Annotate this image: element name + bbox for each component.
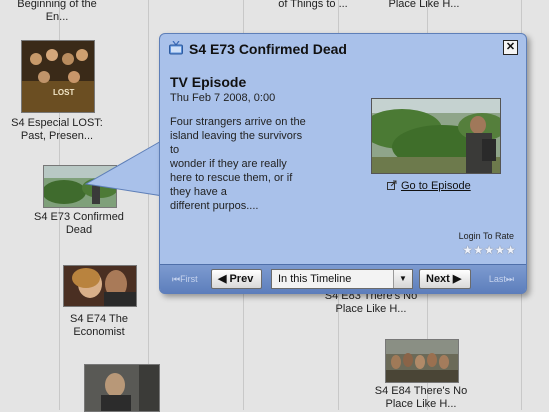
episode-scene-image <box>85 365 159 411</box>
first-icon: ⏮ <box>172 274 181 284</box>
next-arrow-icon: ▶ <box>452 273 462 285</box>
timeline-scope-select[interactable]: In this Timeline ▼ <box>271 269 413 289</box>
popup-title: S4 E73 Confirmed Dead <box>189 41 347 57</box>
next-label: Next <box>426 273 450 285</box>
episode-scene-image <box>64 266 136 306</box>
episode-scene-image <box>372 99 500 173</box>
last-button: Last⏭ <box>489 274 514 285</box>
poster-logo-text: LOST <box>53 88 74 97</box>
episode-thumbnail[interactable] <box>84 364 160 412</box>
prev-label: Prev <box>229 273 254 285</box>
chevron-down-icon[interactable]: ▼ <box>393 270 412 288</box>
item-date: Thu Feb 7 2008, 0:00 <box>170 92 276 104</box>
timeline-gridline <box>148 0 149 410</box>
timeline-item-label[interactable]: of Things to ... <box>268 0 358 11</box>
episode-label[interactable]: S4 E84 There's No Place Like H... <box>370 385 472 411</box>
last-icon: ⏭ <box>505 274 514 284</box>
episode-image[interactable] <box>371 98 501 174</box>
first-label: First <box>180 274 198 284</box>
episode-poster-image: LOST <box>22 41 94 112</box>
timeline-item-label[interactable]: Place Like H... <box>374 0 474 11</box>
popup-header: S4 E73 Confirmed Dead ✕ <box>160 34 526 62</box>
popup-nav-bar: ⏮First ◀ Prev In this Timeline ▼ Next ▶ La… <box>160 264 526 294</box>
episode-label[interactable]: S4 E73 Confirmed Dead <box>28 211 130 237</box>
episode-thumbnail[interactable] <box>63 265 137 307</box>
go-to-episode-label[interactable]: Go to Episode <box>401 180 471 192</box>
episode-popup: S4 E73 Confirmed Dead ✕ TV Episode Thu F… <box>159 33 527 294</box>
item-kind: TV Episode <box>170 74 247 90</box>
prev-button[interactable]: ◀ Prev <box>211 269 262 289</box>
tv-icon <box>169 41 183 55</box>
episode-thumbnail[interactable]: LOST <box>21 40 95 113</box>
go-to-episode-link[interactable]: Go to Episode <box>387 180 471 192</box>
episode-thumbnail[interactable] <box>385 339 459 383</box>
external-link-icon <box>387 180 397 190</box>
prev-arrow-icon: ◀ <box>218 273 227 285</box>
episode-label[interactable]: S4 Especial LOST: Past, Presen... <box>6 117 108 143</box>
popup-content: TV Episode Thu Feb 7 2008, 0:00 Four str… <box>164 63 522 259</box>
episode-label[interactable]: S4 E74 The Economist <box>48 313 150 339</box>
episode-scene-image <box>386 340 458 382</box>
login-to-rate-label[interactable]: Login To Rate <box>459 231 514 241</box>
last-label: Last <box>488 274 506 284</box>
item-description: Four strangers arrive on the island leav… <box>170 116 306 212</box>
episode-scene-image <box>44 166 116 207</box>
rating-stars[interactable]: ★★★★★ <box>462 243 516 257</box>
first-button: ⏮First <box>172 274 198 285</box>
close-button[interactable]: ✕ <box>503 40 518 55</box>
next-button[interactable]: Next ▶ <box>419 269 471 289</box>
select-value: In this Timeline <box>278 273 352 285</box>
timeline-item-label[interactable]: Beginning of the En... <box>10 0 104 24</box>
episode-thumbnail[interactable] <box>43 165 117 208</box>
